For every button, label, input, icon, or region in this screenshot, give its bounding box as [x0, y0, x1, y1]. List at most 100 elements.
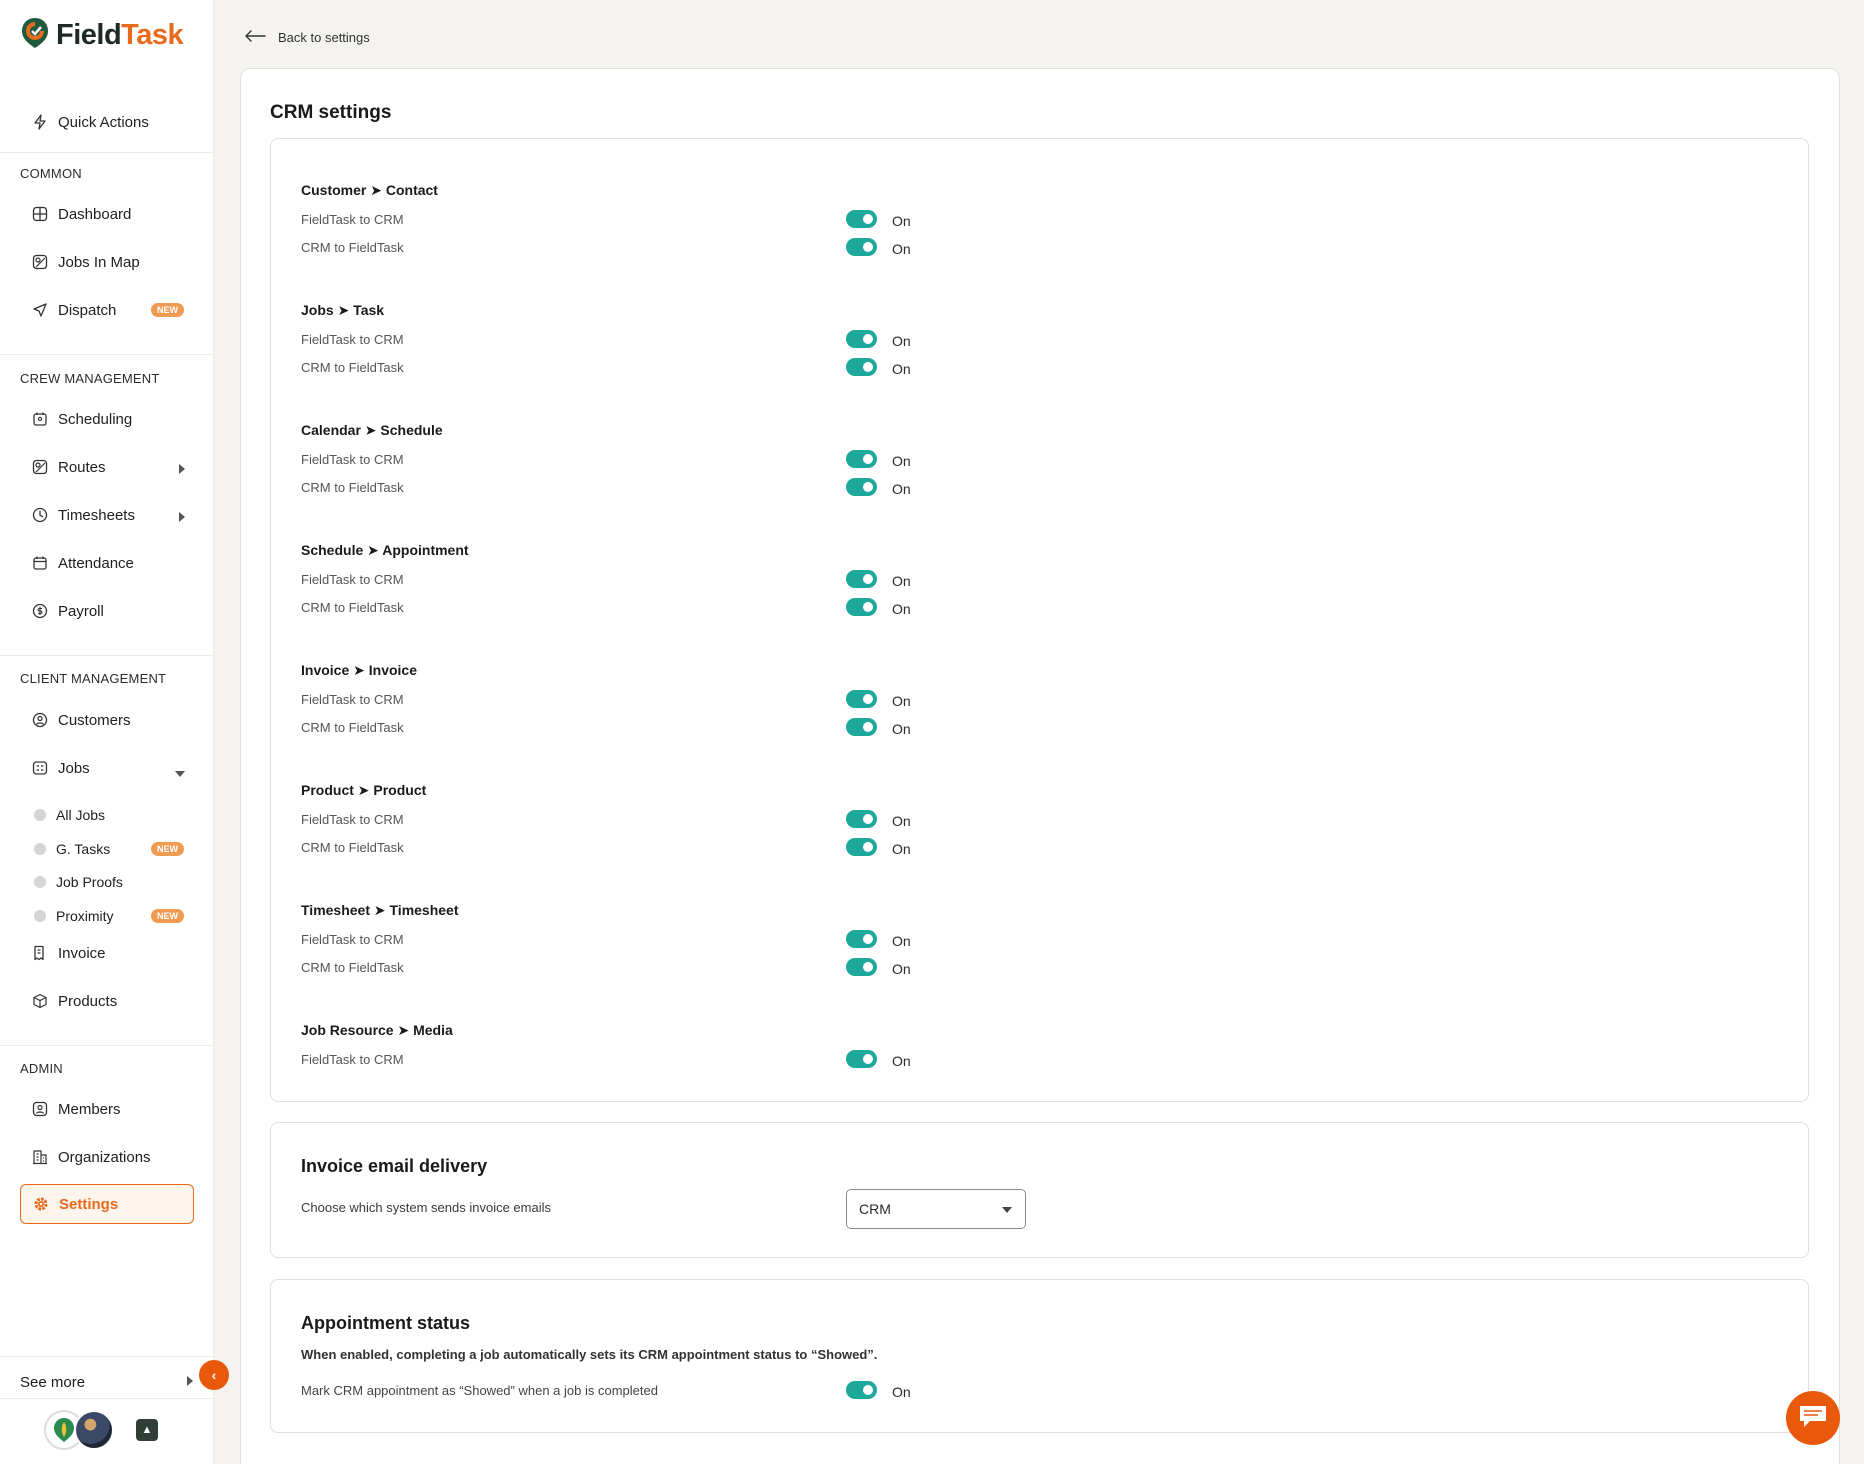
sync-toggle[interactable]	[846, 718, 877, 736]
brand-logo[interactable]: FieldTask	[20, 16, 184, 55]
toggle-state: On	[892, 721, 911, 737]
sync-group-title: Schedule ➤ Appointment	[301, 542, 469, 558]
caret-right-icon[interactable]	[178, 462, 186, 479]
nav-job-proofs[interactable]: Job Proofs	[20, 868, 194, 896]
sync-toggle[interactable]	[846, 450, 877, 468]
dot-icon	[34, 809, 46, 821]
caret-right-icon[interactable]	[178, 510, 186, 527]
invoice-email-title: Invoice email delivery	[301, 1156, 488, 1176]
sync-row-label: FieldTask to CRM	[301, 812, 404, 827]
sync-row-label: FieldTask to CRM	[301, 452, 404, 467]
new-badge: NEW	[151, 909, 184, 923]
chat-icon	[1798, 1403, 1828, 1434]
section-crew: CREW MANAGEMENT	[20, 371, 160, 386]
clock-icon	[32, 507, 48, 523]
nav-timesheets[interactable]: Timesheets	[20, 497, 194, 533]
member-icon	[32, 1101, 48, 1117]
nav-label: Settings	[59, 1195, 119, 1213]
sync-toggle[interactable]	[846, 238, 877, 256]
sync-toggle[interactable]	[846, 598, 877, 616]
sidebar-footer: ▲	[44, 1410, 158, 1450]
sync-toggle[interactable]	[846, 838, 877, 856]
sync-group-title: Invoice ➤ Invoice	[301, 662, 417, 678]
appointment-status-toggle[interactable]	[846, 1381, 877, 1399]
sync-toggle[interactable]	[846, 570, 877, 588]
brand-name: FieldTask	[56, 19, 184, 51]
sync-toggle[interactable]	[846, 930, 877, 948]
section-client: CLIENT MANAGEMENT	[20, 671, 167, 686]
sync-row-label: FieldTask to CRM	[301, 212, 404, 227]
sync-toggle[interactable]	[846, 690, 877, 708]
caret-down-icon[interactable]	[174, 765, 186, 782]
toggle-state: On	[892, 933, 911, 949]
dot-icon	[34, 876, 46, 888]
appointment-status-description: When enabled, completing a job automatic…	[301, 1347, 878, 1362]
dot-icon	[34, 910, 46, 922]
user-avatar[interactable]	[74, 1410, 114, 1450]
nav-products[interactable]: Products	[20, 983, 194, 1019]
toggle-state: On	[892, 813, 911, 829]
caret-right-icon	[186, 1374, 194, 1391]
see-more-label: See more	[20, 1374, 86, 1391]
logo-icon	[20, 16, 50, 55]
sync-row-label: CRM to FieldTask	[301, 360, 404, 375]
nav-settings[interactable]: Settings	[20, 1184, 194, 1224]
nav-label: G. Tasks	[56, 841, 111, 857]
nav-invoice[interactable]: Invoice	[20, 935, 194, 971]
sync-toggle[interactable]	[846, 810, 877, 828]
nav-proximity[interactable]: Proximity NEW	[20, 902, 194, 930]
user-circle-icon	[32, 712, 48, 728]
sync-toggle[interactable]	[846, 358, 877, 376]
section-common: COMMON	[20, 166, 82, 181]
nav-payroll[interactable]: Payroll	[20, 593, 194, 629]
lightning-icon	[32, 114, 48, 130]
nav-routes[interactable]: Routes	[20, 449, 194, 485]
nav-label: Payroll	[58, 602, 104, 620]
chat-button[interactable]	[1786, 1391, 1840, 1445]
divider	[0, 1356, 214, 1357]
chevron-up-icon[interactable]: ▲	[136, 1419, 158, 1441]
nav-jobs[interactable]: Jobs	[20, 750, 194, 786]
nav-g-tasks[interactable]: G. Tasks NEW	[20, 835, 194, 863]
sync-toggle[interactable]	[846, 478, 877, 496]
collapse-sidebar-button[interactable]: ‹	[199, 1360, 229, 1390]
sidebar: FieldTask Quick Actions COMMON Dashboard…	[0, 0, 214, 1464]
nav-members[interactable]: Members	[20, 1091, 194, 1127]
sync-toggle[interactable]	[846, 1050, 877, 1068]
see-more[interactable]: See more	[20, 1374, 194, 1391]
nav-customers[interactable]: Customers	[20, 702, 194, 738]
nav-quick-actions[interactable]: Quick Actions	[20, 104, 194, 140]
nav-label: Customers	[58, 711, 131, 729]
nav-label: Job Proofs	[56, 874, 123, 890]
nav-dispatch[interactable]: Dispatch NEW	[20, 292, 194, 328]
new-badge: NEW	[151, 842, 184, 856]
invoice-email-select[interactable]: CRM	[846, 1189, 1026, 1229]
caret-down-icon	[1001, 1201, 1013, 1217]
sync-row-label: FieldTask to CRM	[301, 692, 404, 707]
sync-toggle[interactable]	[846, 958, 877, 976]
nav-organizations[interactable]: Organizations	[20, 1139, 194, 1175]
toggle-state: On	[892, 1053, 911, 1069]
toggle-state: On	[892, 213, 911, 229]
sync-row-label: CRM to FieldTask	[301, 600, 404, 615]
sync-toggle[interactable]	[846, 330, 877, 348]
divider	[0, 655, 214, 656]
sync-toggle[interactable]	[846, 210, 877, 228]
calendar-user-icon	[32, 411, 48, 427]
crm-sync-panel	[270, 138, 1809, 1102]
nav-dashboard[interactable]: Dashboard	[20, 196, 194, 232]
nav-scheduling[interactable]: Scheduling	[20, 401, 194, 437]
nav-label: Scheduling	[58, 410, 133, 428]
sync-group-title: Calendar ➤ Schedule	[301, 422, 443, 438]
nav-attendance[interactable]: Attendance	[20, 545, 194, 581]
nav-label: Invoice	[58, 944, 106, 962]
map-icon	[32, 254, 48, 270]
toggle-state: On	[892, 601, 911, 617]
invoice-icon	[32, 945, 48, 961]
nav-all-jobs[interactable]: All Jobs	[20, 801, 194, 829]
nav-label: Routes	[58, 458, 106, 476]
dashboard-icon	[32, 206, 48, 222]
nav-jobs-in-map[interactable]: Jobs In Map	[20, 244, 194, 280]
sync-row-label: FieldTask to CRM	[301, 932, 404, 947]
back-to-settings-link[interactable]: Back to settings	[244, 30, 370, 45]
